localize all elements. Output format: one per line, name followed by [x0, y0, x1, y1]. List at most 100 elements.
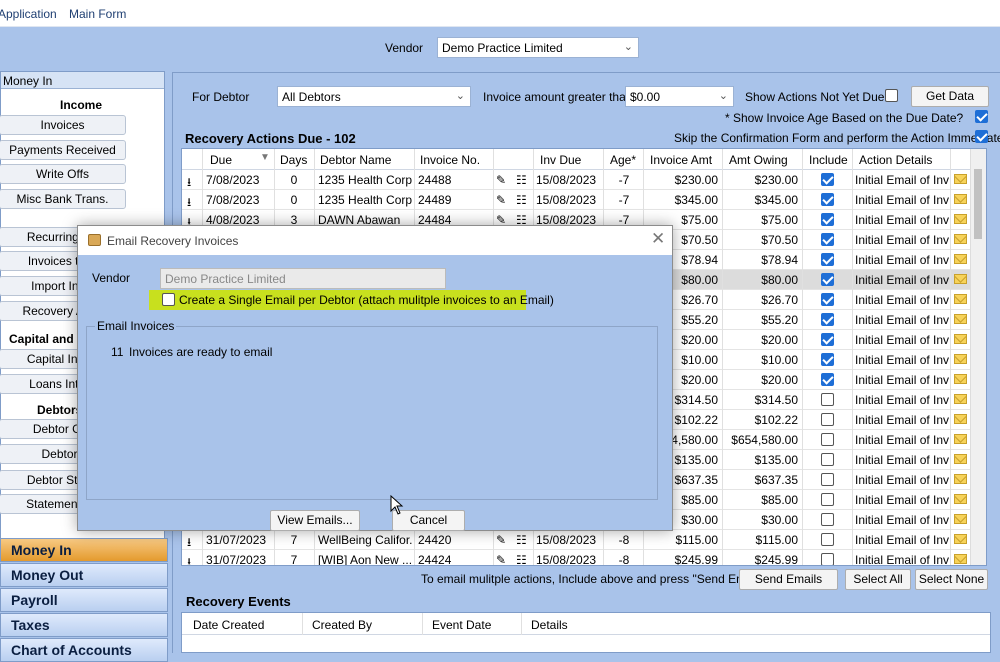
cell-amt-owing: $115.00: [755, 533, 799, 547]
include-checkbox[interactable]: [821, 553, 834, 565]
envelope-icon[interactable]: [954, 314, 967, 324]
envelope-icon[interactable]: [954, 174, 967, 184]
table-row[interactable]: ⭳ 7/08/2023 0 1235 Health Corp... 24489 ✎ ☷ 15/…: [182, 190, 986, 210]
col-event-date[interactable]: Event Date: [432, 618, 491, 632]
table-row[interactable]: ⭳ 7/08/2023 0 1235 Health Corp... 24488 ✎ ☷ 15/…: [182, 170, 986, 190]
include-checkbox[interactable]: [821, 433, 834, 446]
sort-down-icon: ▼: [260, 152, 270, 163]
skip-confirm-checkbox[interactable]: [975, 130, 988, 143]
recovery-events-title: Recovery Events: [186, 594, 291, 609]
show-age-checkbox[interactable]: [975, 110, 988, 123]
select-none-button[interactable]: Select None: [915, 569, 988, 590]
envelope-icon[interactable]: [954, 454, 967, 464]
envelope-icon[interactable]: [954, 554, 967, 564]
envelope-icon[interactable]: [954, 194, 967, 204]
include-checkbox[interactable]: [821, 373, 834, 386]
cell-invoice-amt: $115.00: [675, 533, 719, 547]
scrollbar-thumb[interactable]: [974, 169, 982, 239]
envelope-icon[interactable]: [954, 274, 967, 284]
chevron-down-icon: ⌄: [623, 41, 633, 53]
col-days[interactable]: Days: [280, 153, 307, 167]
col-include[interactable]: Include: [809, 153, 848, 167]
sidebar-item-invoices[interactable]: Invoices: [0, 115, 126, 135]
vendor-value: Demo Practice Limited: [442, 41, 563, 55]
vendor-select[interactable]: Demo Practice Limited ⌄: [437, 37, 639, 58]
envelope-icon[interactable]: [954, 514, 967, 524]
envelope-icon[interactable]: [954, 474, 967, 484]
include-checkbox[interactable]: [821, 213, 834, 226]
cell-amt-owing: $70.50: [761, 233, 798, 247]
cell-age: -8: [618, 533, 630, 547]
col-age[interactable]: Age*: [610, 153, 636, 167]
table-row[interactable]: ⭳ 31/07/2023 7 WellBeing Califor... 24420 ✎ ☷ 1…: [182, 530, 986, 550]
menu-application[interactable]: Application: [0, 7, 57, 21]
events-grid: Date Created Created By Event Date Detai…: [181, 612, 991, 653]
cell-amt-owing: $85.00: [761, 493, 798, 507]
include-checkbox[interactable]: [821, 353, 834, 366]
envelope-icon[interactable]: [954, 434, 967, 444]
envelope-icon[interactable]: [954, 494, 967, 504]
sidebar-item-misc-bank[interactable]: Misc Bank Trans.: [0, 189, 126, 209]
nav-money-in[interactable]: Money In: [0, 538, 168, 562]
envelope-icon[interactable]: [954, 214, 967, 224]
menu-main-form[interactable]: Main Form: [69, 7, 126, 21]
include-checkbox[interactable]: [821, 533, 834, 546]
show-not-due-checkbox[interactable]: [885, 89, 898, 102]
cell-action-details: Initial Email of Inv...: [855, 413, 949, 427]
cell-amt-owing: $135.00: [754, 453, 798, 467]
include-checkbox[interactable]: [821, 173, 834, 186]
table-row[interactable]: ⭳ 31/07/2023 7 [WIB] Aon New ... 24424 ✎ ☷ 15/0…: [182, 550, 986, 566]
view-emails-button[interactable]: View Emails...: [270, 510, 360, 531]
show-not-due-label: Show Actions Not Yet Due?: [745, 90, 892, 104]
include-checkbox[interactable]: [821, 473, 834, 486]
nav-taxes[interactable]: Taxes: [0, 613, 168, 637]
col-amt-owing[interactable]: Amt Owing: [729, 153, 788, 167]
send-emails-button[interactable]: Send Emails: [739, 569, 838, 590]
include-checkbox[interactable]: [821, 393, 834, 406]
sidebar-item-write-offs[interactable]: Write Offs: [0, 164, 126, 184]
envelope-icon[interactable]: [954, 294, 967, 304]
include-checkbox[interactable]: [821, 233, 834, 246]
envelope-icon[interactable]: [954, 234, 967, 244]
envelope-icon[interactable]: [954, 534, 967, 544]
sidebar-item-payments-received[interactable]: Payments Received: [0, 140, 126, 160]
col-details[interactable]: Details: [531, 618, 568, 632]
col-created-by[interactable]: Created By: [312, 618, 372, 632]
cell-amt-owing: $26.70: [761, 293, 798, 307]
include-checkbox[interactable]: [821, 253, 834, 266]
cell-days: 7: [290, 553, 298, 566]
single-email-checkbox[interactable]: [162, 293, 175, 306]
include-checkbox[interactable]: [821, 193, 834, 206]
include-checkbox[interactable]: [821, 513, 834, 526]
nav-chart-of-accounts[interactable]: Chart of Accounts: [0, 638, 168, 662]
amount-select[interactable]: $0.00 ⌄: [625, 86, 734, 107]
include-checkbox[interactable]: [821, 493, 834, 506]
close-icon[interactable]: ✕: [651, 229, 665, 249]
include-checkbox[interactable]: [821, 313, 834, 326]
col-invoice-no[interactable]: Invoice No.: [420, 153, 480, 167]
select-all-button[interactable]: Select All: [845, 569, 911, 590]
nav-payroll[interactable]: Payroll: [0, 588, 168, 612]
envelope-icon[interactable]: [954, 354, 967, 364]
col-invoice-amt[interactable]: Invoice Amt: [650, 153, 712, 167]
envelope-icon[interactable]: [954, 414, 967, 424]
nav-money-out[interactable]: Money Out: [0, 563, 168, 587]
col-due[interactable]: Due: [210, 153, 232, 167]
debtor-select[interactable]: All Debtors ⌄: [277, 86, 471, 107]
include-checkbox[interactable]: [821, 453, 834, 466]
include-checkbox[interactable]: [821, 273, 834, 286]
col-action-details[interactable]: Action Details: [859, 153, 932, 167]
include-checkbox[interactable]: [821, 293, 834, 306]
col-debtor-name[interactable]: Debtor Name: [320, 153, 391, 167]
col-inv-due[interactable]: Inv Due: [540, 153, 581, 167]
envelope-icon[interactable]: [954, 334, 967, 344]
envelope-icon[interactable]: [954, 374, 967, 384]
envelope-icon[interactable]: [954, 394, 967, 404]
envelope-icon[interactable]: [954, 254, 967, 264]
get-data-button[interactable]: Get Data: [911, 86, 989, 107]
include-checkbox[interactable]: [821, 413, 834, 426]
debtor-select-value: All Debtors: [282, 90, 341, 104]
include-checkbox[interactable]: [821, 333, 834, 346]
grid-scrollbar[interactable]: [970, 149, 986, 565]
col-date-created[interactable]: Date Created: [193, 618, 264, 632]
